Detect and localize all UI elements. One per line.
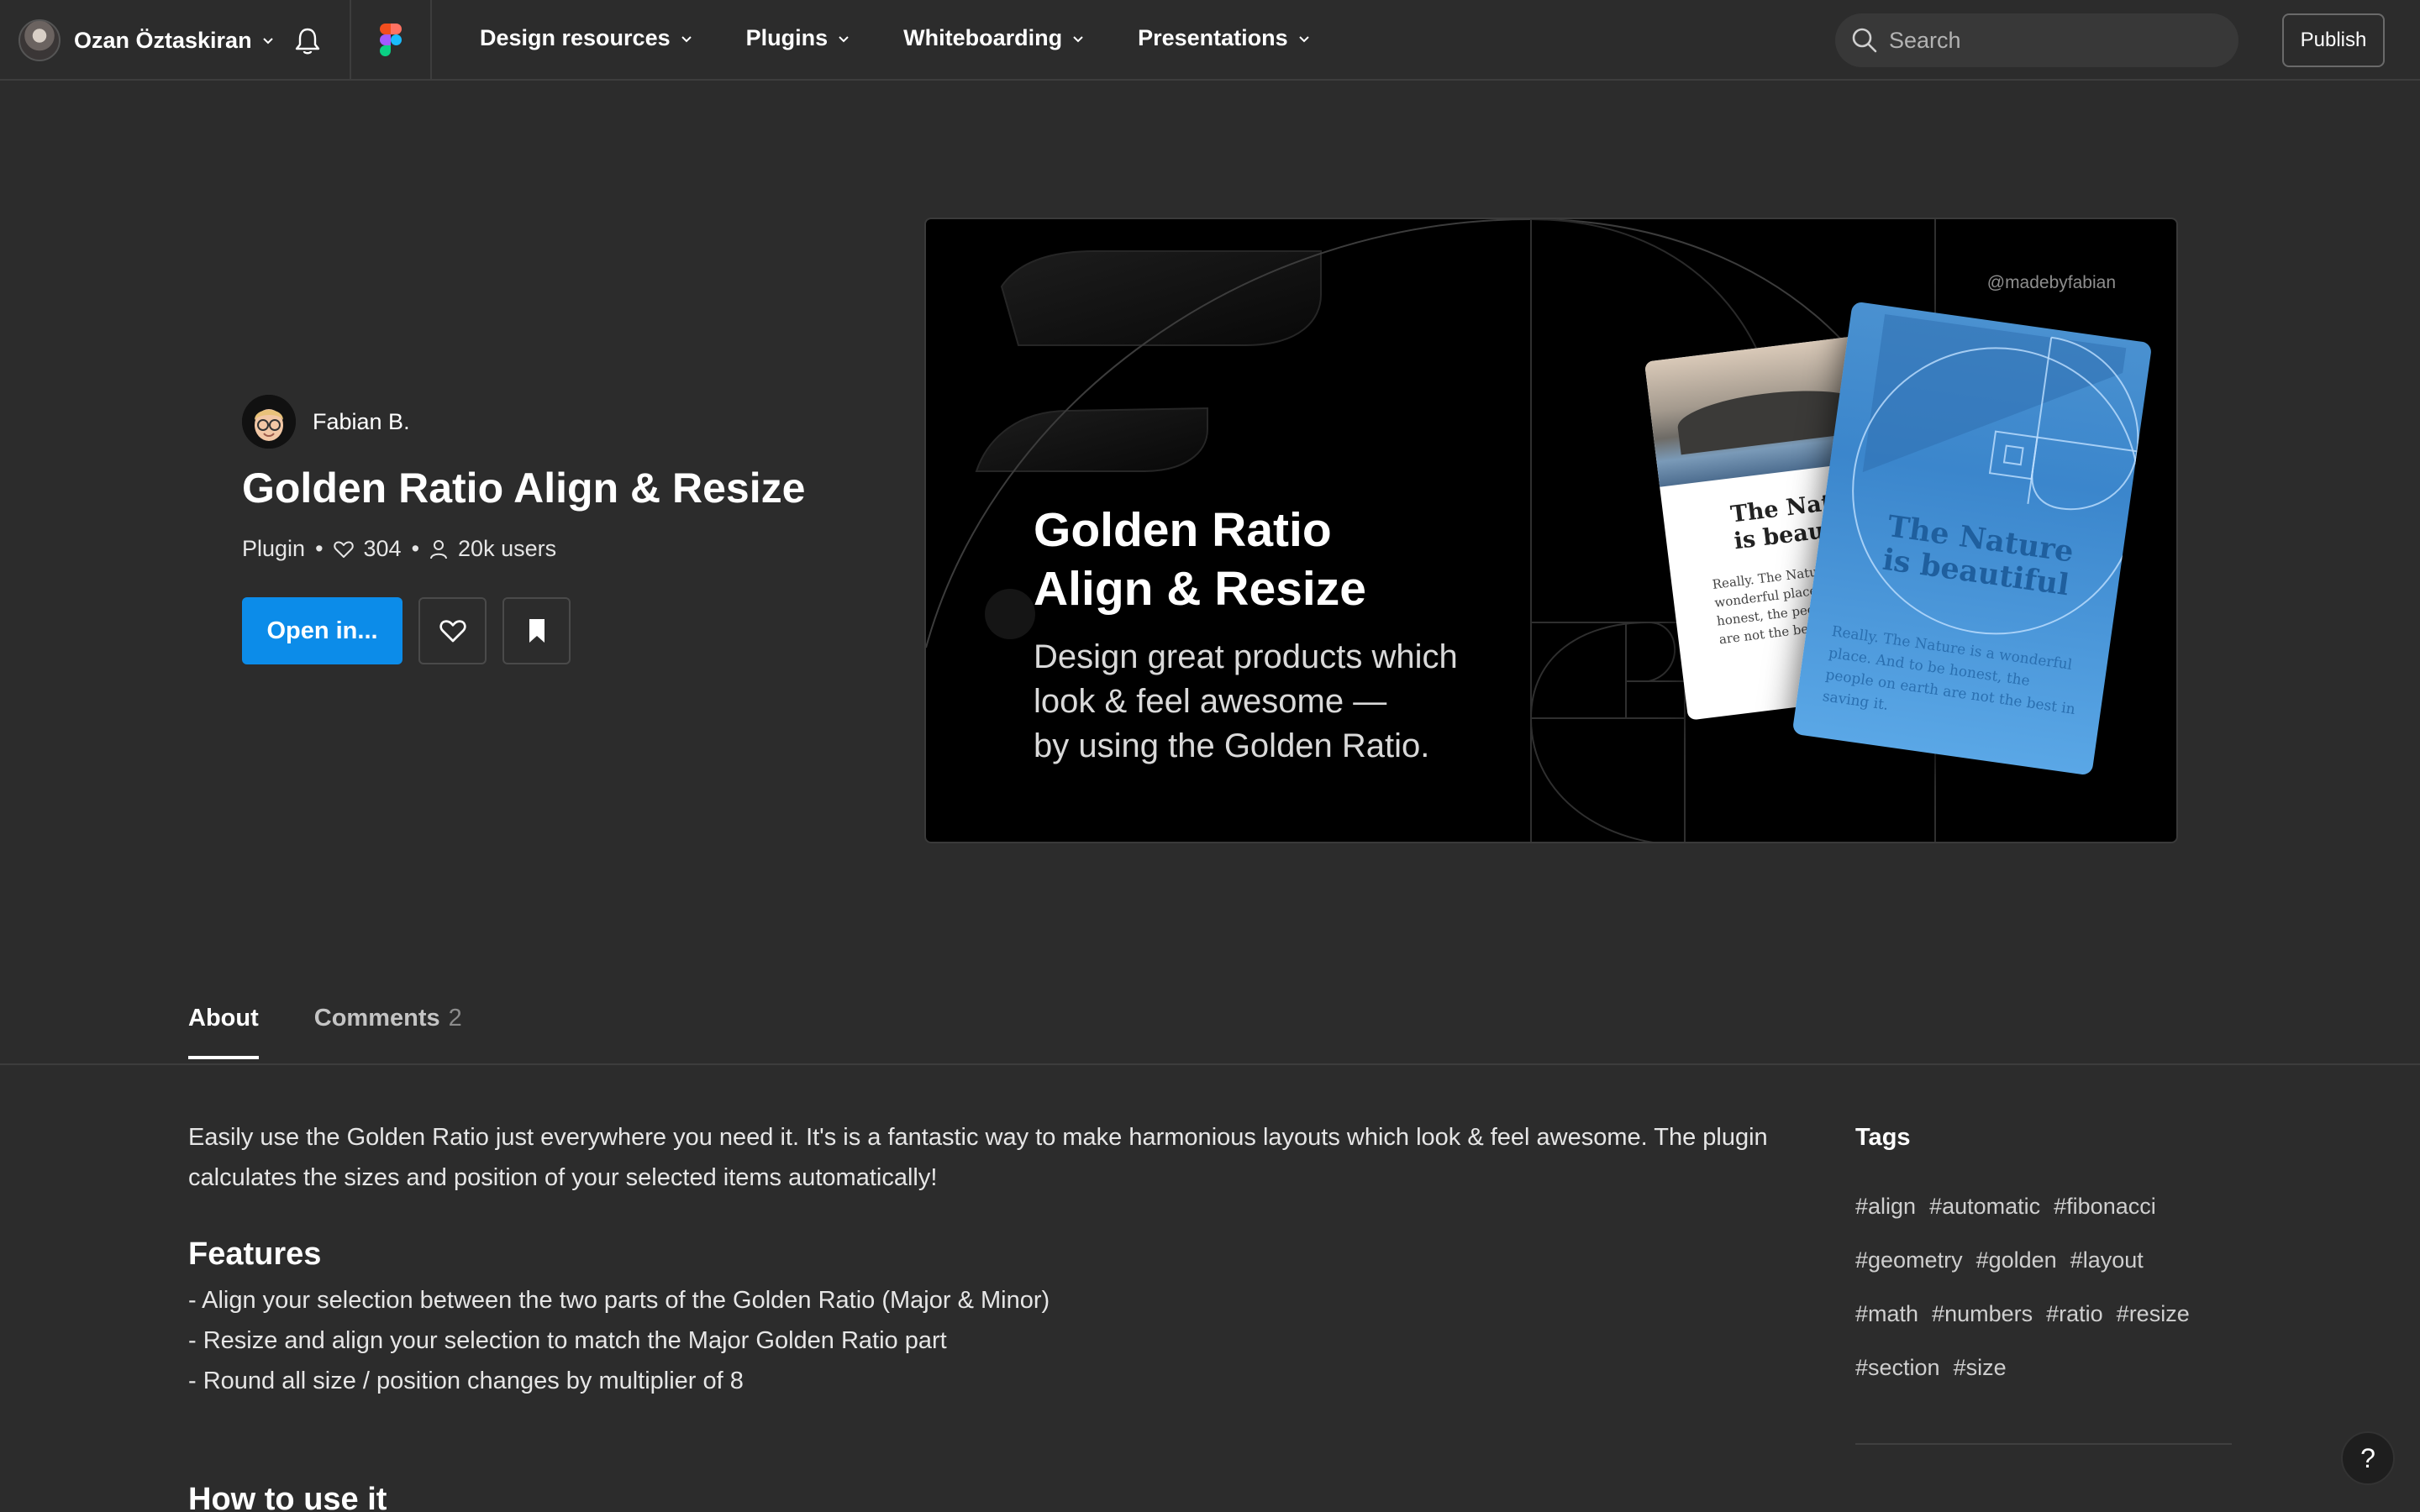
tag-link[interactable]: #resize (2117, 1299, 2190, 1329)
author-link[interactable]: Fabian B. (242, 395, 410, 449)
chevron-down-icon (1298, 35, 1309, 42)
open-in-button[interactable]: Open in... (242, 597, 402, 664)
features-list: - Align your selection between the two p… (188, 1280, 1050, 1401)
help-button[interactable]: ? (2341, 1431, 2395, 1485)
tag-link[interactable]: #geometry (1855, 1245, 1963, 1275)
chevron-down-icon (681, 35, 692, 42)
tag-row: #section #size (1855, 1352, 2242, 1383)
tag-link[interactable]: #size (1954, 1352, 2007, 1383)
bookmark-button[interactable] (502, 597, 571, 664)
list-item: - Round all size / position changes by m… (188, 1368, 744, 1394)
features-heading: Features (188, 1236, 322, 1272)
tab-about[interactable]: About (188, 1005, 259, 1059)
memoji-avatar-icon (242, 395, 296, 449)
cover-title: Golden Ratio Align & Resize (1034, 501, 1366, 618)
heart-icon (333, 540, 354, 558)
tag-link[interactable]: #numbers (1932, 1299, 2033, 1329)
plugin-type: Plugin (242, 536, 306, 561)
tabs-divider (0, 1063, 2420, 1065)
nav-presentations[interactable]: Presentations (1138, 25, 1310, 51)
cover-subtitle-line: by using the Golden Ratio. (1034, 727, 1430, 764)
author-name: Fabian B. (313, 408, 410, 434)
tags-heading: Tags (1855, 1124, 1911, 1151)
list-item: - Resize and align your selection to mat… (188, 1327, 947, 1354)
comment-count: 2 (448, 1005, 462, 1032)
cover-subtitle-line: Design great products which (1034, 638, 1458, 675)
cover-title-line: Align & Resize (1034, 562, 1366, 616)
user-count: 20k users (458, 536, 557, 561)
cover-subtitle: Design great products which look & feel … (1034, 635, 1458, 769)
plugin-meta: Plugin • 304 • 20k users (242, 536, 556, 562)
search-input[interactable] (1889, 27, 2208, 54)
separator-dot: • (315, 536, 324, 561)
figma-logo-icon[interactable] (380, 24, 402, 57)
nav-divider (350, 0, 351, 81)
nav-label: Plugins (745, 25, 829, 50)
bookmark-icon (529, 619, 544, 643)
like-button[interactable] (418, 597, 487, 664)
help-question-icon: ? (2360, 1442, 2375, 1473)
how-to-use-heading: How to use it (188, 1482, 387, 1512)
sidebar-divider (1855, 1443, 2232, 1445)
nav-label: Design resources (480, 25, 671, 50)
cover-title-line: Golden Ratio (1034, 503, 1332, 557)
chevron-down-icon (262, 38, 273, 45)
tag-link[interactable]: #golden (1976, 1245, 2057, 1275)
chevron-down-icon (839, 35, 849, 42)
tag-link[interactable]: #layout (2070, 1245, 2144, 1275)
tag-link[interactable]: #fibonacci (2054, 1191, 2156, 1221)
content-tabs: About Comments 2 (188, 1005, 518, 1059)
user-menu[interactable]: Ozan Öztaskiran (18, 18, 274, 62)
tag-row: #math #numbers #ratio #resize (1855, 1299, 2242, 1329)
search-bar[interactable] (1835, 13, 2238, 67)
tag-row: #align #automatic #fibonacci (1855, 1191, 2242, 1221)
user-avatar (18, 19, 60, 61)
main-nav: Design resources Plugins Whiteboarding P… (480, 25, 1364, 51)
user-icon (430, 539, 448, 559)
plugin-title: Golden Ratio Align & Resize (242, 465, 806, 512)
user-name: Ozan Öztaskiran (74, 27, 252, 53)
publish-button[interactable]: Publish (2282, 13, 2385, 67)
author-avatar (242, 395, 296, 449)
tag-link[interactable]: #ratio (2046, 1299, 2103, 1329)
tab-label: Comments (313, 1005, 440, 1032)
like-count: 304 (363, 536, 402, 561)
tag-link[interactable]: #math (1855, 1299, 1918, 1329)
search-icon (1852, 28, 1877, 53)
nav-label: Presentations (1138, 25, 1288, 50)
plugin-cover-image: @madebyfabian Golden Ratio Align & Resiz… (924, 218, 2178, 843)
top-navigation-bar: Ozan Öztaskiran Design resources Plugins… (0, 0, 2420, 81)
chevron-down-icon (1073, 35, 1083, 42)
tag-row: #geometry #golden #layout (1855, 1245, 2242, 1275)
heart-icon (439, 620, 466, 643)
preview-card-blue: The Nature is beautiful Really. The Natu… (1791, 301, 2153, 776)
cover-subtitle-line: look & feel awesome — (1034, 683, 1387, 720)
plugin-description: Easily use the Golden Ratio just everywh… (188, 1124, 1768, 1191)
tab-comments[interactable]: Comments 2 (314, 1005, 462, 1059)
nav-design-resources[interactable]: Design resources (480, 25, 692, 51)
bell-icon[interactable] (293, 26, 322, 56)
tag-link[interactable]: #section (1855, 1352, 1940, 1383)
nav-divider (430, 0, 432, 81)
tab-label: About (188, 1005, 259, 1032)
list-item: - Align your selection between the two p… (188, 1287, 1050, 1314)
tag-link[interactable]: #align (1855, 1191, 1916, 1221)
nav-whiteboarding[interactable]: Whiteboarding (903, 25, 1084, 51)
nav-label: Whiteboarding (903, 25, 1063, 50)
tag-link[interactable]: #automatic (1929, 1191, 2040, 1221)
nav-plugins[interactable]: Plugins (746, 25, 850, 51)
tags-list: #align #automatic #fibonacci #geometry #… (1855, 1191, 2242, 1406)
separator-dot: • (411, 536, 420, 561)
cover-handle: @madebyfabian (1986, 273, 2116, 292)
